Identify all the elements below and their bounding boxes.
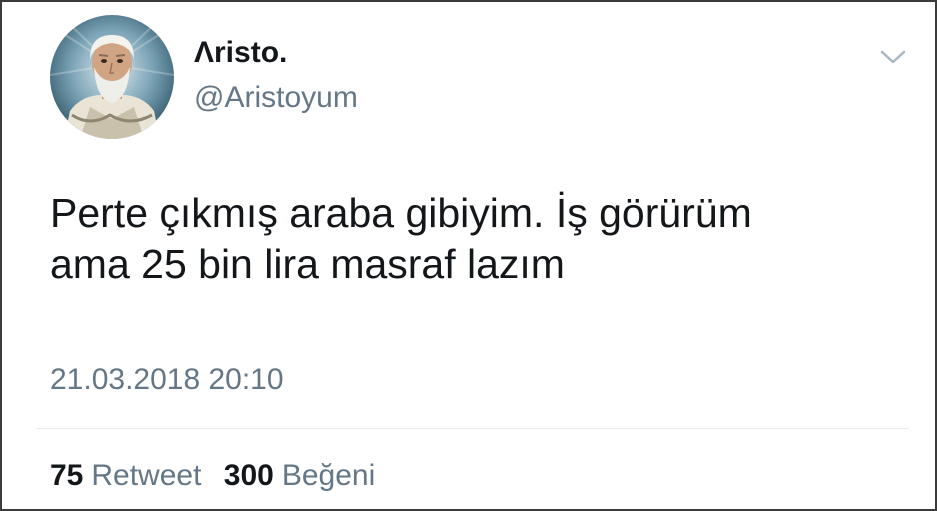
tweet-text: Perte çıkmış araba gibiyim. İş görürüm a… <box>50 188 910 290</box>
avatar[interactable] <box>50 15 174 139</box>
display-name[interactable]: Λristo. <box>194 35 358 71</box>
tweet-text-line: Perte çıkmış araba gibiyim. İş görürüm <box>50 190 752 236</box>
tweet-menu-button[interactable] <box>876 43 910 69</box>
like-label: Beğeni <box>281 459 376 492</box>
author-names: Λristo. @Aristoyum <box>194 35 358 116</box>
user-handle[interactable]: @Aristoyum <box>194 80 358 116</box>
retweet-stat[interactable]: 75 Retweet <box>50 458 201 494</box>
like-count: 300 <box>223 459 274 492</box>
tweet-header: Λristo. @Aristoyum <box>50 15 910 140</box>
divider <box>36 428 909 429</box>
tweet-text-line: ama 25 bin lira masraf lazım <box>50 241 565 287</box>
retweet-label: Retweet <box>91 459 202 492</box>
like-stat[interactable]: 300 Beğeni <box>224 458 375 494</box>
chevron-down-icon <box>880 50 906 64</box>
aristotle-portrait-avatar <box>50 15 174 139</box>
tweet-card: Λristo. @Aristoyum Perte çıkmış araba gi… <box>0 0 937 511</box>
tweet-stats: 75 Retweet 300 Beğeni <box>50 458 389 494</box>
retweet-count: 75 <box>50 459 84 492</box>
tweet-timestamp[interactable]: 21.03.2018 20:10 <box>50 362 284 398</box>
